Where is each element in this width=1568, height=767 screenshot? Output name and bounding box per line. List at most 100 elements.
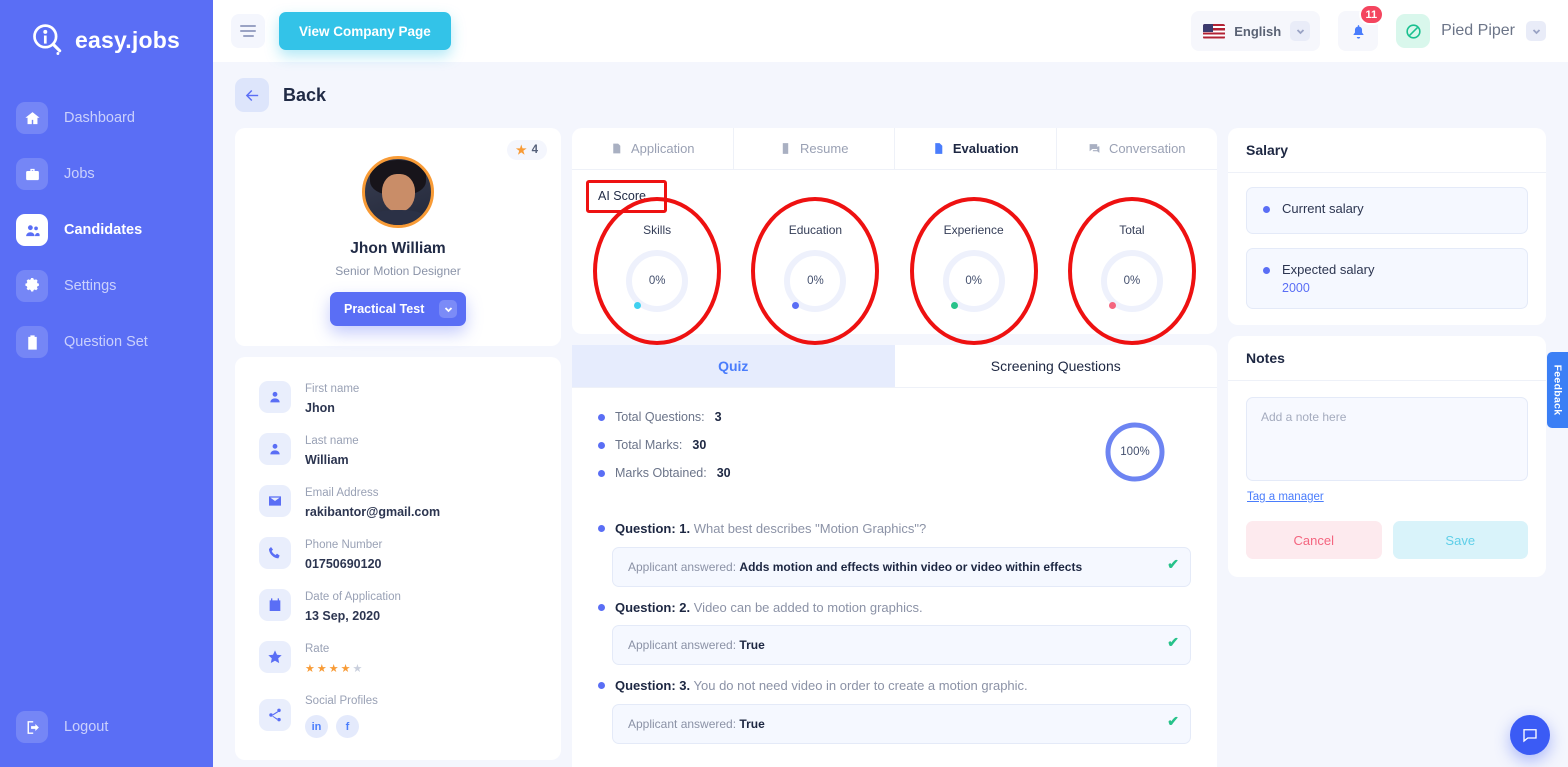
sidebar-item-dashboard[interactable]: Dashboard [0, 94, 213, 142]
subtab-quiz[interactable]: Quiz [572, 345, 895, 387]
tab-resume[interactable]: Resume [734, 128, 896, 169]
sidebar-item-jobs[interactable]: Jobs [0, 150, 213, 198]
donut-ring: 0% [1095, 244, 1169, 318]
chat-widget-button[interactable] [1510, 715, 1550, 755]
tab-evaluation[interactable]: Evaluation [895, 128, 1057, 169]
donut-total: Total 0% [1066, 223, 1198, 318]
language-selector[interactable]: English [1191, 11, 1320, 51]
tab-conversation[interactable]: Conversation [1057, 128, 1218, 169]
salary-card: Salary Current salary Expected salary 20… [1228, 128, 1546, 325]
donut-label: Skills [591, 223, 723, 237]
rate-stars[interactable]: ★ ★ ★ ★ ★ [305, 662, 362, 675]
donut-education: Education 0% [749, 223, 881, 318]
donut-dot [1109, 302, 1116, 309]
salary-label: Current salary [1282, 201, 1364, 216]
star-icon: ★ [516, 143, 527, 157]
sidebar-item-label: Question Set [64, 334, 148, 350]
notification-badge: 11 [1359, 4, 1385, 25]
donut-value: 0% [1095, 244, 1169, 318]
question-text: Question: 2. Video can be added to motio… [615, 599, 923, 617]
side-panel-column: Salary Current salary Expected salary 20… [1228, 128, 1546, 577]
easyjobs-logo-icon [30, 22, 66, 58]
detail-value: 01750690120 [305, 557, 382, 571]
donut-ring: 0% [937, 244, 1011, 318]
main-area: View Company Page English 11 [213, 0, 1568, 767]
donut-label: Total [1066, 223, 1198, 237]
check-icon: ✔ [1167, 634, 1179, 651]
donut-experience: Experience 0% [908, 223, 1040, 318]
view-company-page-button[interactable]: View Company Page [279, 12, 451, 50]
back-button[interactable] [235, 78, 269, 112]
stat-marks-obtained: Marks Obtained: 30 [598, 466, 1103, 480]
stat-total-questions: Total Questions: 3 [598, 410, 1103, 424]
detail-value: rakibantor@gmail.com [305, 505, 440, 519]
answer-value: True [739, 717, 764, 731]
detail-value: 13 Sep, 2020 [305, 609, 401, 623]
users-icon [16, 214, 48, 246]
brand[interactable]: easy.jobs [0, 0, 213, 58]
menu-toggle-icon[interactable] [231, 14, 265, 48]
question-row: Question: 1. What best describes "Motion… [598, 520, 1191, 538]
detail-row-date: Date of Application 13 Sep, 2020 [235, 579, 561, 631]
tab-label: Evaluation [953, 141, 1019, 156]
sidebar-item-label: Candidates [64, 222, 142, 238]
bullet-icon [598, 525, 605, 532]
user-menu[interactable]: Pied Piper [1396, 14, 1546, 48]
sidebar-item-candidates[interactable]: Candidates [0, 206, 213, 254]
save-button[interactable]: Save [1393, 521, 1529, 559]
notifications-button[interactable]: 11 [1338, 11, 1378, 51]
sidebar-item-settings[interactable]: Settings [0, 262, 213, 310]
briefcase-icon [16, 158, 48, 190]
detail-label: Email Address [305, 487, 379, 499]
detail-label: Date of Application [305, 591, 401, 603]
detail-label: Rate [305, 643, 329, 655]
chat-bubble-icon [1521, 726, 1539, 744]
answer-box: Applicant answered: True ✔ [612, 625, 1191, 665]
page-header: Back [213, 62, 1568, 128]
detail-row-email: Email Address rakibantor@gmail.com [235, 475, 561, 527]
question-text: Question: 3. You do not need video in or… [615, 677, 1028, 695]
donut-ring: 0% [778, 244, 852, 318]
stage-dropdown[interactable]: Practical Test [330, 292, 466, 326]
topbar: View Company Page English 11 [213, 0, 1568, 62]
social-profiles: in f [305, 715, 378, 738]
home-icon [16, 102, 48, 134]
question-body: What best describes "Motion Graphics"? [694, 521, 927, 536]
subtab-screening-questions[interactable]: Screening Questions [895, 345, 1218, 387]
notes-card: Notes Add a note here Tag a manager Canc… [1228, 336, 1546, 577]
question-prefix: Question: 1. [615, 521, 690, 536]
sidebar-item-label: Jobs [64, 166, 95, 182]
feedback-tab[interactable]: Feedback [1547, 352, 1568, 428]
logout-button[interactable]: Logout [16, 711, 108, 743]
bullet-icon [1263, 267, 1270, 274]
donut-dot [951, 302, 958, 309]
salary-current: Current salary [1246, 187, 1528, 234]
note-input[interactable]: Add a note here [1246, 397, 1528, 481]
logout-label: Logout [64, 719, 108, 735]
answer-label: Applicant answered: [628, 560, 736, 574]
chevron-down-icon [1290, 21, 1310, 41]
tab-application[interactable]: Application [572, 128, 734, 169]
answer-box: Applicant answered: Adds motion and effe… [612, 547, 1191, 587]
quiz-card: Quiz Screening Questions Total Questions… [572, 345, 1217, 767]
linkedin-icon[interactable]: in [305, 715, 328, 738]
stat-value: 3 [715, 410, 722, 424]
content-area: ★ 4 Jhon William Senior Motion Designer … [213, 128, 1568, 767]
share-icon [259, 699, 291, 731]
salary-value: 2000 [1282, 281, 1375, 295]
question-row: Question: 3. You do not need video in or… [598, 677, 1191, 695]
ai-score-donuts: Skills 0% Education [572, 221, 1217, 334]
question-text: Question: 1. What best describes "Motion… [615, 520, 926, 538]
detail-row-rate: Rate ★ ★ ★ ★ ★ [235, 631, 561, 683]
cancel-button[interactable]: Cancel [1246, 521, 1382, 559]
bullet-icon [598, 414, 605, 421]
tag-a-manager-link[interactable]: Tag a manager [1247, 491, 1324, 503]
salary-title: Salary [1228, 128, 1546, 173]
evaluation-icon [932, 142, 945, 155]
candidate-avatar [362, 156, 434, 228]
facebook-icon[interactable]: f [336, 715, 359, 738]
candidate-role: Senior Motion Designer [235, 264, 561, 278]
tab-label: Conversation [1109, 141, 1186, 156]
sidebar-item-question-set[interactable]: Question Set [0, 318, 213, 366]
page-title: Back [283, 85, 326, 106]
